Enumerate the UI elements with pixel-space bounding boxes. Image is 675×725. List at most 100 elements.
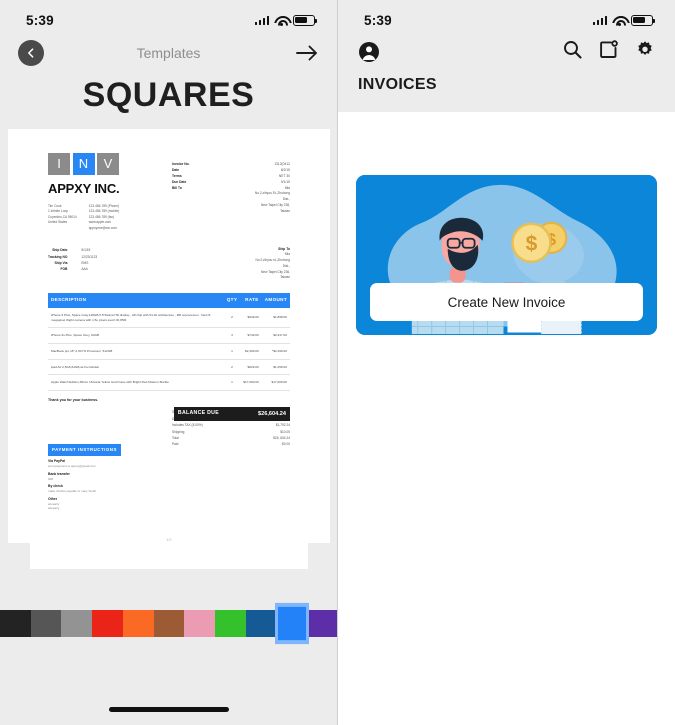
- swatch-dark-gray[interactable]: [30, 610, 62, 637]
- logo-letter-i: I: [48, 153, 70, 175]
- table-row: Apple Watch Edition,38mm 18-karat Yellow…: [48, 374, 290, 391]
- table-header-row: DESCRIPTION QTY RATE AMOUNT: [48, 293, 290, 309]
- item-qty: 1: [223, 343, 241, 360]
- chevron-left-icon: [28, 48, 34, 58]
- export-button[interactable]: [599, 40, 618, 64]
- ship-details: Ship Date Tracking NO Ship Via FOB 5/1/1…: [48, 247, 97, 281]
- address-line: United States: [48, 220, 68, 225]
- balance-due-bar: BALANCE DUE $26,604.24: [173, 406, 290, 422]
- ship-labels: Ship Date Tracking NO Ship Via FOB: [48, 247, 67, 281]
- ship-to-line: Taiwan: [280, 275, 290, 280]
- back-button[interactable]: [18, 40, 44, 66]
- col-description: DESCRIPTION: [48, 293, 224, 309]
- total-value: $0.00: [282, 442, 290, 447]
- contact-line: 123-456-789 (mobile): [88, 209, 120, 214]
- swatch-bright-blue[interactable]: [274, 602, 310, 645]
- balance-due-label: BALANCE DUE: [177, 410, 219, 417]
- item-desc: iPhone 6s Plus, Space Grey, 64GB: [48, 327, 224, 345]
- dual-phone-screenshot: 5:39 Templates SQUARES I N V APPXY INC. …: [0, 0, 675, 725]
- payment-instructions-body: Via PayPal send payment to appxy@gmail.c…: [48, 459, 174, 511]
- ship-values: 5/1/15 12/23/1123 EMS AAA: [81, 247, 97, 281]
- status-time: 5:39: [26, 12, 54, 28]
- logo-letter-n: N: [72, 153, 95, 175]
- payment-method: Bank transfer 008: [48, 472, 174, 482]
- item-amount: $1,258.00: [261, 359, 290, 376]
- header-actions: [563, 40, 655, 65]
- document-stack-right: [308, 129, 330, 543]
- item-qty: 2: [223, 308, 241, 329]
- swatch-red[interactable]: [92, 610, 123, 637]
- total-row: Paid $0.00: [172, 441, 290, 447]
- table-row: iPhone 6 Plus, Space Gray,128GB,5.5"Reti…: [48, 308, 290, 329]
- table-row: MacBook pro,15",2.50 Hz Processor ,512GB…: [48, 343, 290, 360]
- item-qty: 3: [223, 327, 241, 345]
- page-number: 1/2: [166, 537, 172, 542]
- col-amount: AMOUNT: [261, 293, 290, 309]
- item-qty: 1: [223, 374, 241, 391]
- item-amount: $1,898.00: [261, 308, 290, 329]
- company-address: Tim Cook 1 Infinite Loop Cupertino,CA 95…: [48, 204, 119, 232]
- item-amount: $2,247.00: [261, 327, 290, 345]
- payment-method: Other ebcearly ebcearly: [48, 497, 174, 511]
- home-indicator-left: [108, 707, 229, 712]
- next-button[interactable]: [295, 44, 319, 62]
- payment-detail: send payment to appxy@gmail.com: [48, 464, 96, 469]
- search-icon: [564, 41, 582, 59]
- item-rate: $749.00: [240, 327, 262, 345]
- status-bar-left: 5:39: [0, 0, 337, 34]
- address-column-2: 123-456-789 (Phone) 123-456-789 (mobile)…: [89, 204, 119, 232]
- item-amount: *$2,499.00: [261, 343, 290, 360]
- ship-value: 12/23/1123: [81, 254, 98, 259]
- battery-icon: [631, 14, 656, 26]
- header-action-row: [338, 34, 675, 68]
- item-desc: ipad Air 2,5G6,64GB,wi-Fi+Cellular: [48, 359, 224, 376]
- payment-instructions-header: PAYMENT INSTRUCTIONS: [48, 444, 121, 456]
- col-qty: QTY: [223, 293, 241, 309]
- swatch-near-black[interactable]: [0, 610, 31, 637]
- left-phone-screen: 5:39 Templates SQUARES I N V APPXY INC. …: [0, 0, 338, 725]
- wifi-icon: [274, 15, 288, 26]
- contact-line: appxyexe@me.com: [88, 225, 117, 230]
- swatch-brown[interactable]: [153, 610, 185, 637]
- status-indicators: [254, 14, 318, 26]
- logo-letter-v: V: [97, 153, 119, 175]
- search-button[interactable]: [563, 40, 582, 64]
- document-stack-left: [8, 129, 30, 543]
- battery-icon: [293, 14, 318, 26]
- item-rate: $629.00: [240, 359, 262, 376]
- nav-bar-left: Templates: [0, 34, 337, 72]
- swatch-mid-gray[interactable]: [61, 610, 93, 637]
- swatch-pink[interactable]: [184, 610, 216, 637]
- invoice-document-preview[interactable]: I N V APPXY INC. Tim Cook 1 Infinite Loo…: [30, 129, 308, 569]
- bill-to-label: Bill To: [172, 186, 182, 191]
- item-rate: $17,000.00: [240, 374, 262, 391]
- payment-detail: make checks payable to mary Smith: [48, 489, 97, 494]
- color-swatch-strip[interactable]: [0, 602, 337, 645]
- create-invoice-promo-card: $ $ Create New Invoice: [356, 175, 657, 335]
- payment-method: By check make checks payable to mary Smi…: [48, 484, 174, 494]
- table-body: iPhone 6 Plus, Space Gray,128GB,5.5"Reti…: [48, 308, 290, 391]
- inv-logo: I N V: [48, 153, 119, 175]
- ship-to-block: Ship To Mia No.2,zihyou st.,Zhuhong Dist…: [255, 247, 290, 281]
- item-qty: 2: [223, 359, 241, 376]
- nav-title: Templates: [136, 45, 201, 61]
- status-bar-right: 5:39: [338, 0, 675, 34]
- swatch-green[interactable]: [215, 610, 246, 637]
- item-amount: $17,000.00: [261, 374, 290, 391]
- page-title: SQUARES: [82, 76, 255, 114]
- line-items-table: DESCRIPTION QTY RATE AMOUNT iPhone 6 Plu…: [48, 293, 290, 391]
- swatch-purple[interactable]: [307, 610, 337, 637]
- wifi-icon: [612, 15, 626, 26]
- swatch-orange[interactable]: [122, 610, 154, 637]
- item-desc: Apple Watch Edition,38mm 18-karat Yellow…: [48, 374, 224, 391]
- account-avatar-icon: [359, 42, 379, 62]
- company-block: I N V APPXY INC. Tim Cook 1 Infinite Loo…: [48, 153, 120, 232]
- account-avatar-button[interactable]: [358, 41, 380, 63]
- settings-button[interactable]: [635, 40, 655, 65]
- cellular-signal-icon: [254, 15, 269, 25]
- payment-detail: ebcearly ebcearly: [48, 501, 60, 511]
- status-time: 5:39: [364, 12, 392, 28]
- table-row: iPhone 6s Plus, Space Grey, 64GB 3 $749.…: [48, 327, 290, 345]
- create-new-invoice-button[interactable]: Create New Invoice: [370, 283, 643, 321]
- swatch-navy-blue[interactable]: [245, 610, 277, 637]
